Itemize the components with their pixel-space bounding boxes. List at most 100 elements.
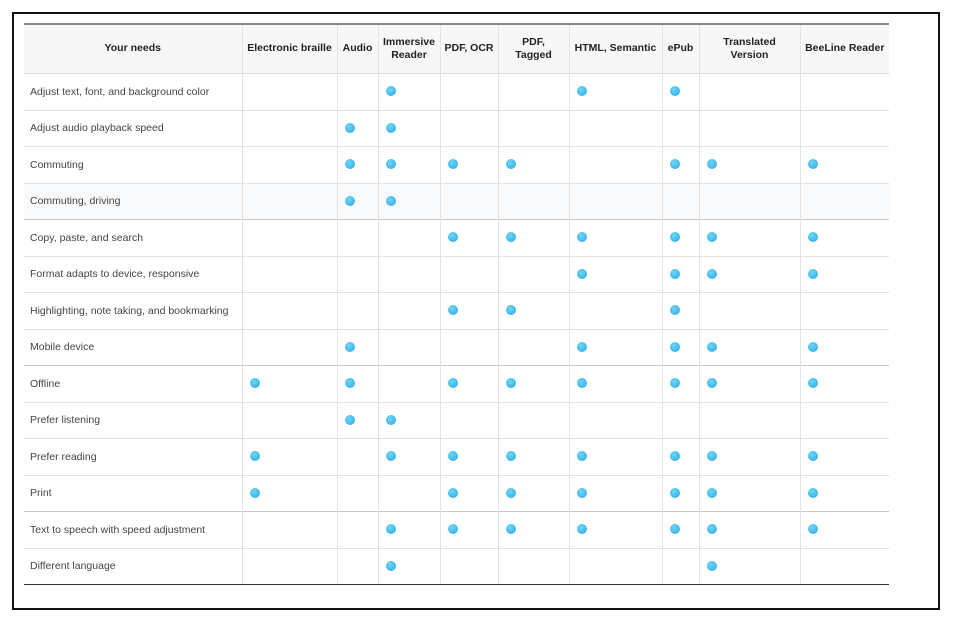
format-cell <box>568 292 662 329</box>
format-cell <box>439 547 498 585</box>
format-cell <box>661 365 699 402</box>
supported-dot-icon <box>669 341 680 352</box>
format-cell <box>336 547 378 585</box>
format-cell <box>497 109 569 147</box>
format-cell <box>799 511 889 548</box>
supported-dot-icon <box>576 232 587 243</box>
format-cell <box>698 401 800 439</box>
supported-dot-icon <box>385 451 396 462</box>
supported-dot-icon <box>669 378 680 389</box>
supported-dot-icon <box>807 159 818 170</box>
format-cell <box>497 474 569 512</box>
format-cell <box>439 219 498 256</box>
supported-dot-icon <box>576 451 587 462</box>
format-cell <box>698 182 800 220</box>
format-cell <box>439 365 498 402</box>
table-row: Format adapts to device, responsive <box>24 255 889 293</box>
supported-dot-icon <box>706 524 717 535</box>
supported-dot-icon <box>807 451 818 462</box>
format-cell <box>241 146 337 183</box>
format-cell <box>497 219 569 256</box>
table-row: Highlighting, note taking, and bookmarki… <box>24 292 889 329</box>
supported-dot-icon <box>505 159 516 170</box>
format-cell <box>439 182 498 220</box>
column-header-pdf-ocr: PDF, OCR <box>439 23 498 74</box>
supported-dot-icon <box>505 451 516 462</box>
supported-dot-icon <box>447 451 458 462</box>
supported-dot-icon <box>385 86 396 97</box>
format-cell <box>568 255 662 293</box>
supported-dot-icon <box>807 487 818 498</box>
supported-dot-icon <box>344 341 355 352</box>
format-cell <box>241 73 337 110</box>
format-cell <box>799 146 889 183</box>
format-cell <box>497 292 569 329</box>
need-label: Format adapts to device, responsive <box>24 255 242 293</box>
supported-dot-icon <box>447 378 458 389</box>
need-label: Adjust text, font, and background color <box>24 73 242 110</box>
table-header: Your needs Electronic braille Audio Immersi… <box>24 23 889 74</box>
supported-dot-icon <box>669 86 680 97</box>
format-cell <box>336 328 378 366</box>
format-cell <box>568 474 662 512</box>
format-cell <box>336 438 378 475</box>
column-header-your-needs: Your needs <box>24 23 242 74</box>
format-cell <box>377 255 440 293</box>
format-cell <box>377 73 440 110</box>
supported-dot-icon <box>807 268 818 279</box>
supported-dot-icon <box>706 232 717 243</box>
format-cell <box>568 219 662 256</box>
format-cell <box>336 73 378 110</box>
format-cell <box>698 511 800 548</box>
supported-dot-icon <box>706 159 717 170</box>
format-cell <box>439 73 498 110</box>
table-row: Prefer listening <box>24 401 889 439</box>
document-frame: Your needs Electronic braille Audio Immersi… <box>12 12 940 610</box>
format-cell <box>241 219 337 256</box>
format-cell <box>241 401 337 439</box>
format-cell <box>377 474 440 512</box>
supported-dot-icon <box>249 378 260 389</box>
format-cell <box>661 109 699 147</box>
supported-dot-icon <box>669 451 680 462</box>
table-row: Text to speech with speed adjustment <box>24 511 889 548</box>
supported-dot-icon <box>807 378 818 389</box>
format-cell <box>661 219 699 256</box>
format-cell <box>439 146 498 183</box>
format-cell <box>698 219 800 256</box>
format-cell <box>336 146 378 183</box>
format-cell <box>799 328 889 366</box>
format-cell <box>497 438 569 475</box>
need-label: Offline <box>24 365 242 402</box>
need-label: Text to speech with speed adjustment <box>24 511 242 548</box>
supported-dot-icon <box>807 232 818 243</box>
format-cell <box>799 292 889 329</box>
need-label: Adjust audio playback speed <box>24 109 242 147</box>
supported-dot-icon <box>344 414 355 425</box>
table-row: Different language <box>24 547 889 585</box>
supported-dot-icon <box>385 524 396 535</box>
format-cell <box>661 438 699 475</box>
need-label: Different language <box>24 547 242 585</box>
supported-dot-icon <box>669 524 680 535</box>
format-cell <box>698 73 800 110</box>
format-cell <box>799 109 889 147</box>
format-cell <box>661 547 699 585</box>
table-row: Adjust text, font, and background color <box>24 73 889 110</box>
need-label: Copy, paste, and search <box>24 219 242 256</box>
format-cell <box>568 109 662 147</box>
format-cell <box>698 292 800 329</box>
format-cell <box>568 328 662 366</box>
format-cell <box>377 109 440 147</box>
format-cell <box>568 73 662 110</box>
supported-dot-icon <box>505 378 516 389</box>
format-cell <box>698 109 800 147</box>
table-row: Copy, paste, and search <box>24 219 889 256</box>
need-label: Prefer reading <box>24 438 242 475</box>
supported-dot-icon <box>576 378 587 389</box>
format-cell <box>799 73 889 110</box>
need-label: Commuting <box>24 146 242 183</box>
supported-dot-icon <box>706 487 717 498</box>
format-cell <box>241 182 337 220</box>
format-cell <box>568 547 662 585</box>
